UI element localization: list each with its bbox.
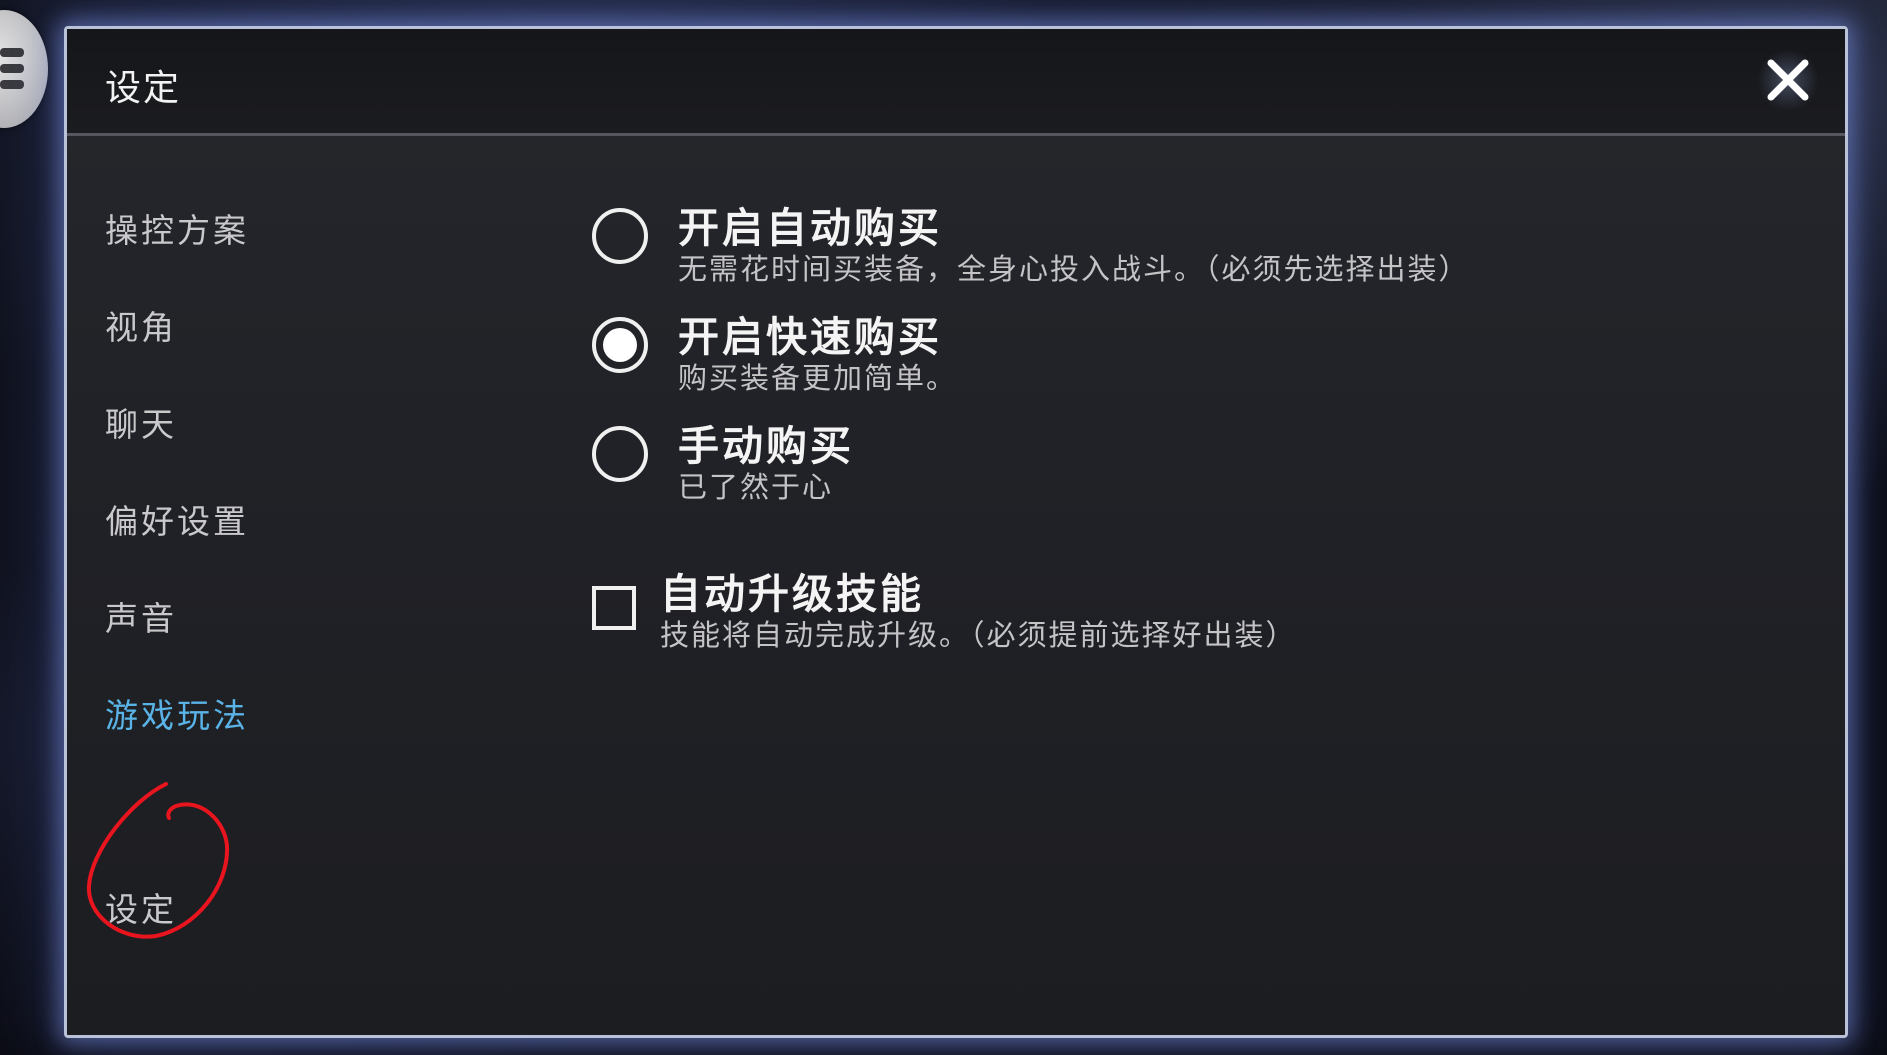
- option-auto-buy-description: 无需花时间买装备，全身心投入战斗。（必须先选择出装）: [678, 252, 1470, 286]
- menu-icon-bar: [0, 64, 24, 73]
- sidebar-item-preferences[interactable]: 偏好设置: [105, 495, 249, 543]
- menu-icon-bar: [0, 80, 24, 89]
- settings-sidebar: 操控方案 视角 聊天 偏好设置 声音 游戏玩法 设定: [67, 136, 527, 1035]
- option-quick-buy-title: 开启快速购买: [678, 313, 942, 361]
- radio-auto-buy[interactable]: [592, 208, 648, 264]
- sidebar-item-control-scheme[interactable]: 操控方案: [105, 204, 249, 252]
- dialog-title: 设定: [105, 68, 182, 109]
- sidebar-item-camera[interactable]: 视角: [105, 301, 177, 349]
- option-auto-buy-title: 开启自动购买: [678, 204, 942, 252]
- option-auto-skill-title: 自动升级技能: [660, 570, 924, 618]
- option-manual-buy-title: 手动购买: [678, 422, 854, 470]
- dialog-titlebar: 设定: [67, 29, 1845, 136]
- option-manual-buy-description: 已了然于心: [678, 470, 834, 504]
- option-auto-skill-description: 技能将自动完成升级。（必须提前选择好出装）: [660, 618, 1297, 652]
- radio-manual-buy[interactable]: [592, 426, 648, 482]
- checkbox-auto-skill-upgrade[interactable]: [592, 586, 636, 630]
- annotation-circle: [86, 782, 230, 939]
- radio-quick-buy[interactable]: [592, 317, 648, 373]
- sidebar-item-gameplay[interactable]: 游戏玩法: [105, 689, 249, 737]
- gameplay-options: 开启自动购买 无需花时间买装备，全身心投入战斗。（必须先选择出装） 开启快速购买…: [592, 136, 1845, 1035]
- sidebar-item-chat[interactable]: 聊天: [105, 398, 177, 446]
- option-quick-buy-description: 购买装备更加简单。: [678, 361, 958, 395]
- close-button[interactable]: [1757, 49, 1819, 111]
- menu-icon: [0, 48, 24, 57]
- sidebar-item-sound[interactable]: 声音: [105, 592, 177, 640]
- close-icon: [1767, 59, 1809, 101]
- settings-dialog: 设定 操控方案 视角 聊天 偏好设置 声音 游戏玩法 设定 开启自动购买 无需花…: [64, 26, 1848, 1038]
